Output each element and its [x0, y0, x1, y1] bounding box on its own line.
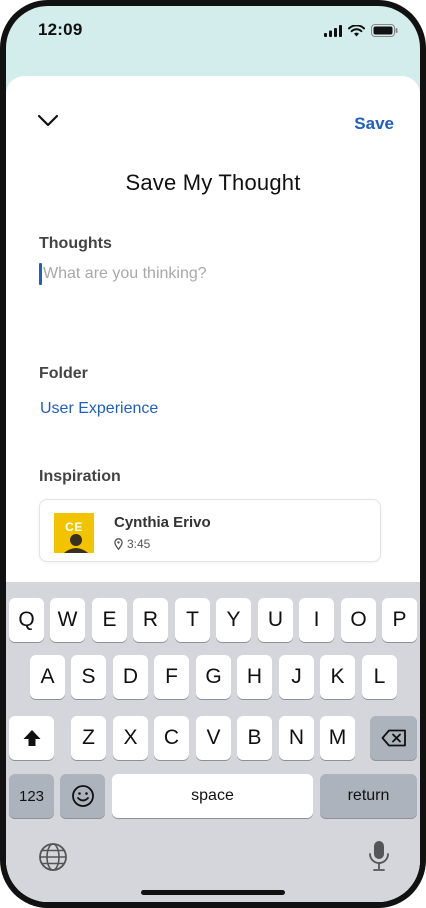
delete-key[interactable] [370, 716, 417, 760]
globe-button[interactable] [38, 842, 68, 877]
inspiration-label: Inspiration [39, 468, 121, 485]
home-indicator [141, 890, 285, 895]
thoughts-label: Thoughts [39, 235, 112, 252]
location-pin-icon [114, 538, 123, 550]
microphone-icon [369, 841, 389, 871]
inspiration-name: Cynthia Erivo [114, 514, 211, 531]
thoughts-input[interactable]: What are you thinking? [39, 260, 379, 288]
key-v[interactable]: V [196, 716, 231, 760]
dismiss-button[interactable] [34, 110, 62, 132]
device-frame: 12:09 Save Save My Thought Thoughts What… [0, 0, 426, 908]
key-a[interactable]: A [30, 655, 65, 699]
key-p[interactable]: P [382, 598, 417, 642]
key-c[interactable]: C [154, 716, 189, 760]
key-g[interactable]: G [196, 655, 231, 699]
key-n[interactable]: N [279, 716, 314, 760]
shift-key[interactable] [9, 716, 54, 760]
key-e[interactable]: E [92, 598, 127, 642]
text-caret [39, 263, 42, 285]
key-f[interactable]: F [154, 655, 189, 699]
dictation-button[interactable] [368, 840, 390, 877]
key-h[interactable]: H [237, 655, 272, 699]
key-x[interactable]: X [113, 716, 148, 760]
key-d[interactable]: D [113, 655, 148, 699]
status-bar: 12:09 [6, 6, 420, 58]
key-u[interactable]: U [258, 598, 293, 642]
avatar: CE [54, 513, 94, 553]
chevron-down-icon [37, 114, 59, 127]
folder-selector[interactable]: User Experience [40, 400, 158, 418]
key-l[interactable]: L [362, 655, 397, 699]
key-w[interactable]: W [50, 598, 85, 642]
shift-arrow-icon [23, 730, 40, 746]
backspace-icon [381, 729, 406, 747]
key-t[interactable]: T [175, 598, 210, 642]
key-z[interactable]: Z [71, 716, 106, 760]
key-y[interactable]: Y [216, 598, 251, 642]
key-k[interactable]: K [320, 655, 355, 699]
status-icons [324, 24, 398, 37]
save-button[interactable]: Save [354, 114, 394, 134]
globe-icon [39, 843, 67, 871]
key-i[interactable]: I [299, 598, 334, 642]
cellular-signal-icon [324, 24, 342, 37]
battery-icon [371, 24, 398, 37]
thoughts-placeholder: What are you thinking? [43, 265, 207, 282]
wifi-icon [348, 24, 365, 36]
numbers-key[interactable]: 123 [9, 774, 54, 818]
inspiration-meta: 3:45 [114, 537, 150, 551]
inspiration-card[interactable]: CE Cynthia Erivo 3:45 [39, 499, 381, 562]
key-q[interactable]: Q [9, 598, 44, 642]
key-o[interactable]: O [341, 598, 376, 642]
screen: 12:09 Save Save My Thought Thoughts What… [6, 6, 420, 902]
page-title: Save My Thought [125, 170, 301, 195]
return-key[interactable]: return [320, 774, 417, 818]
key-r[interactable]: R [133, 598, 168, 642]
emoji-key[interactable] [60, 774, 105, 818]
key-s[interactable]: S [71, 655, 106, 699]
emoji-icon [71, 785, 94, 807]
keyboard: Q W E R T Y U I O P A S D F G H J K L Z … [6, 582, 420, 902]
portrait-silhouette-icon [64, 534, 88, 553]
inspiration-time: 3:45 [127, 537, 151, 551]
key-b[interactable]: B [237, 716, 272, 760]
folder-label: Folder [39, 365, 88, 382]
status-time: 12:09 [38, 20, 83, 39]
key-j[interactable]: J [279, 655, 314, 699]
key-m[interactable]: M [320, 716, 355, 760]
space-key[interactable]: space [112, 774, 313, 818]
